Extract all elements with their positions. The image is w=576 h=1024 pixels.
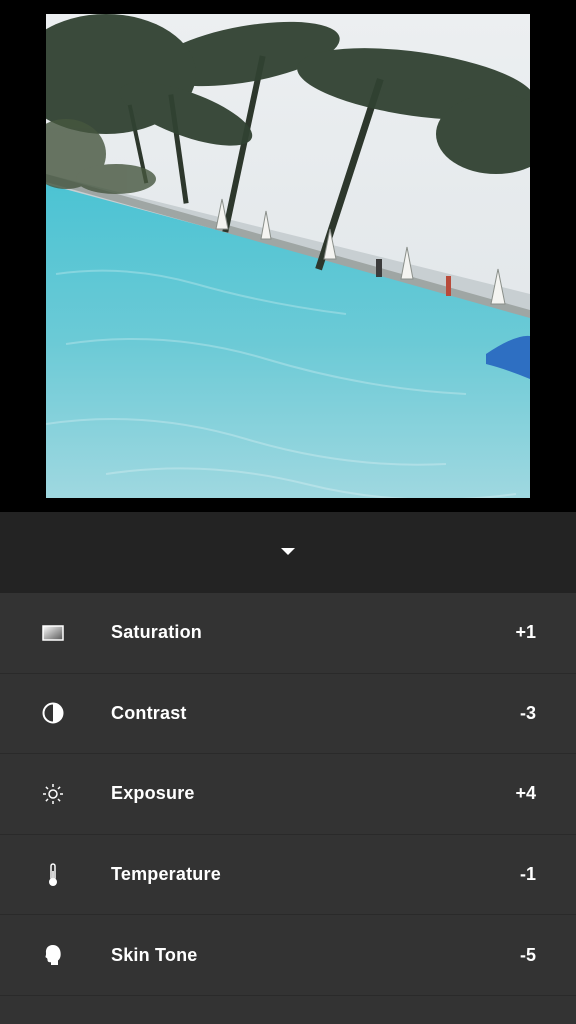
skin-tone-icon — [40, 942, 66, 968]
adjustment-row-saturation[interactable]: Saturation +1 — [0, 593, 576, 674]
adjustment-value: +4 — [515, 783, 536, 804]
contrast-icon — [40, 700, 66, 726]
adjustment-row-exposure[interactable]: Exposure +4 — [0, 754, 576, 835]
adjustment-label: Saturation — [111, 622, 203, 643]
adjustment-value: -5 — [519, 944, 536, 965]
exposure-icon — [40, 781, 66, 807]
adjustment-row-temperature[interactable]: Temperature -1 — [0, 835, 576, 916]
adjustment-row-contrast[interactable]: Contrast -3 — [0, 674, 576, 755]
adjustment-value: +1 — [515, 622, 536, 643]
photo-preview-area — [0, 0, 576, 512]
pool-beach-photo — [46, 14, 530, 498]
saturation-icon — [40, 620, 66, 646]
adjustment-value: -1 — [519, 864, 536, 885]
adjustment-label: Exposure — [111, 783, 195, 804]
adjustment-label: Contrast — [111, 702, 187, 723]
adjustment-value: -3 — [519, 702, 536, 723]
photo-preview[interactable] — [46, 14, 530, 498]
chevron-down-icon[interactable] — [281, 548, 295, 555]
adjustment-row-skin-tone[interactable]: Skin Tone -5 — [0, 915, 576, 996]
adjustment-list: Saturation +1 Contrast -3 Exposure +4 Te… — [0, 593, 576, 1024]
temperature-icon — [40, 862, 66, 888]
adjustment-label: Skin Tone — [111, 944, 198, 965]
panel-collapse-bar[interactable] — [0, 512, 576, 593]
adjustment-label: Temperature — [111, 864, 221, 885]
